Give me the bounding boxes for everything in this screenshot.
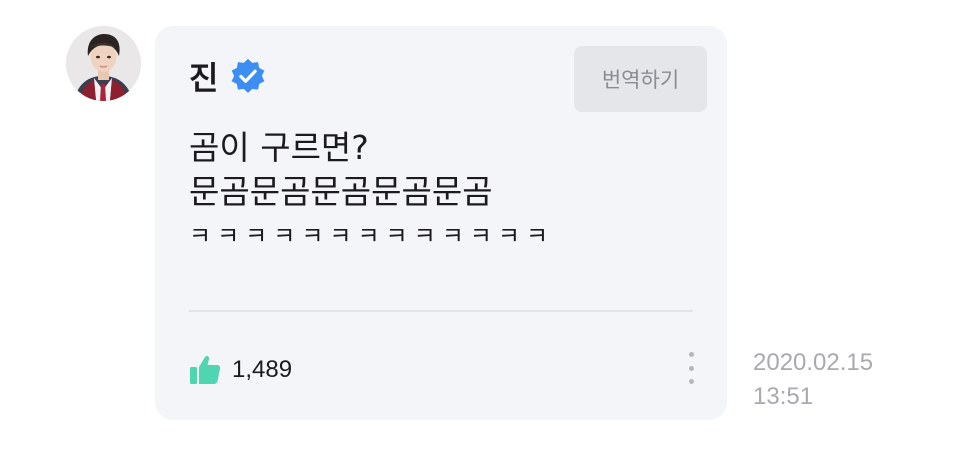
thumbs-up-icon	[190, 355, 221, 384]
more-vertical-icon	[688, 352, 694, 357]
post-text-line: 곰이 구르면?	[189, 128, 369, 167]
divider	[189, 310, 693, 312]
post-date: 2020.02.15	[753, 349, 874, 376]
post-time: 13:51	[753, 383, 814, 410]
avatar[interactable]	[66, 26, 141, 101]
post-card: 진 번역하기 곰이 구르면? 문곰문곰문곰문곰문곰 ㅋㅋㅋㅋㅋㅋㅋㅋㅋㅋㅋㅋㅋ …	[155, 26, 727, 420]
profile-photo	[66, 26, 141, 101]
author-name[interactable]: 진	[189, 53, 219, 99]
author-row: 진	[189, 54, 267, 98]
post-text-line: ㅋㅋㅋㅋㅋㅋㅋㅋㅋㅋㅋㅋㅋ	[189, 222, 555, 250]
like-count: 1,489	[232, 356, 293, 383]
timestamp: 2020.02.15 13:51	[753, 346, 873, 414]
more-options-button[interactable]	[683, 348, 699, 388]
post-text: 곰이 구르면? 문곰문곰문곰문곰문곰 ㅋㅋㅋㅋㅋㅋㅋㅋㅋㅋㅋㅋㅋ	[189, 126, 689, 258]
translate-button[interactable]: 번역하기	[574, 46, 707, 112]
post-text-line: 문곰문곰문곰문곰문곰	[189, 172, 493, 211]
like-button[interactable]: 1,489	[188, 352, 292, 388]
verified-badge-icon	[232, 58, 265, 93]
